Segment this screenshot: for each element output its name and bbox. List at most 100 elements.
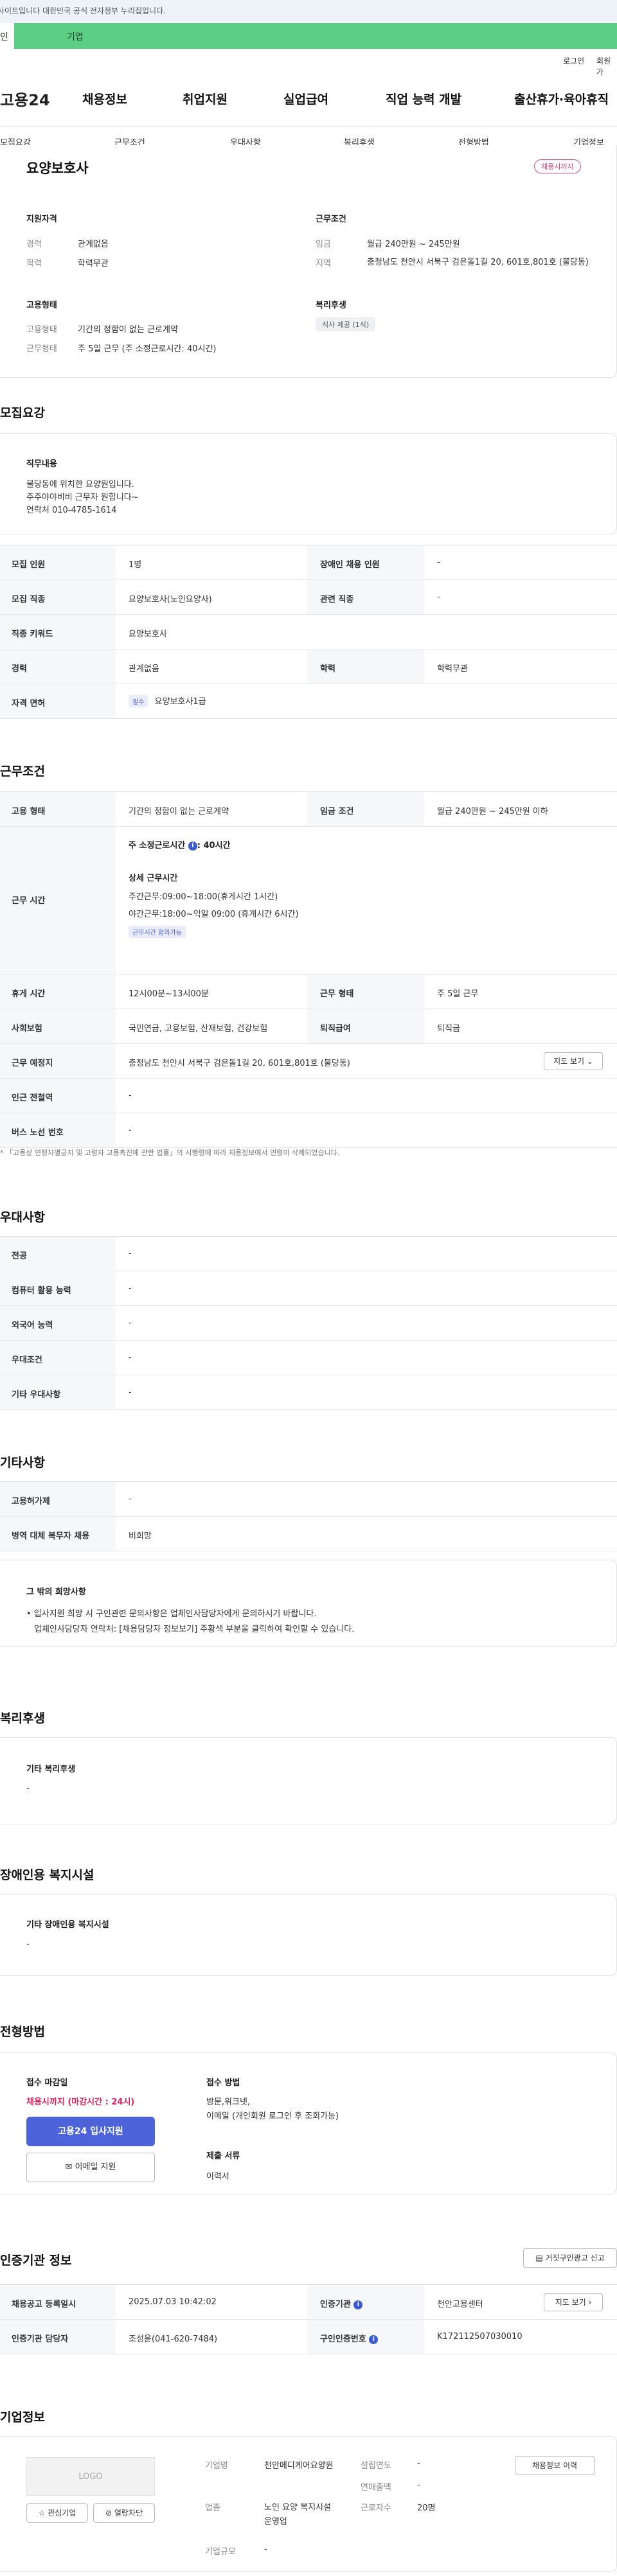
email-apply-button[interactable]: ✉ 이메일 지원	[26, 2153, 155, 2182]
cert-heading: 인증기관 정보	[0, 2254, 72, 2268]
document-icon: ▤	[535, 2254, 543, 2263]
info-icon[interactable]: i	[353, 2300, 363, 2309]
workcond-heading: 근무조건	[0, 764, 45, 779]
gov-banner: 사이트입니다 대한민국 공식 전자정부 누리집입니다.	[0, 0, 617, 23]
nav-item-training[interactable]: 직업 능력 개발	[386, 90, 461, 107]
info-icon[interactable]: i	[188, 841, 197, 851]
cond-title: 근무조건	[316, 215, 346, 224]
apply-button[interactable]: 고용24 입사지원	[26, 2117, 155, 2146]
disabled-heading: 장애인용 복지시설	[0, 1868, 94, 1882]
company-logo: LOGO	[26, 2457, 155, 2496]
worktype-label: 근무형태	[26, 344, 57, 354]
table-row: 기타 우대사항 -	[0, 1375, 617, 1410]
method-line: 방문,워크넷,	[206, 2097, 251, 2107]
deadline-title: 접수 마감일	[26, 2078, 68, 2088]
summary-card: 요양보호사 채용시까지 지원자격 경력 관계없음 학력 학력무관 근무조건 임금…	[0, 145, 617, 378]
table-row: 근무 예정지 충청남도 천안시 서북구 검은돌1길 20, 601호,801호 …	[0, 1044, 617, 1079]
nav-item-leave[interactable]: 출산휴가·육아휴직	[514, 90, 609, 107]
nav-item-unemployment[interactable]: 실업급여	[283, 90, 328, 107]
nav-item-jobs[interactable]: 채용정보	[82, 90, 127, 107]
emptype-value: 기간의 정함이 없는 근로계약	[78, 325, 178, 335]
sales-value: -	[417, 2480, 420, 2490]
row-key: 외국어 능력	[0, 1306, 116, 1340]
row-value: -	[129, 1125, 132, 1135]
detail-title: 상세 근무시간	[129, 874, 178, 883]
login-link[interactable]: 로그인	[563, 55, 584, 66]
row-key: 임금 조건	[307, 792, 424, 826]
welfare-card: 기타 복리후생 -	[0, 1737, 617, 1824]
site-logo[interactable]: 고용24	[0, 87, 50, 110]
tab-enterprise[interactable]: 기업	[67, 30, 84, 43]
favorite-label: 관심기업	[48, 2509, 76, 2518]
row-key: 자격 면허	[0, 684, 116, 718]
row-value: 천안고용센터	[437, 2300, 483, 2309]
recruit-heading: 모집요강	[0, 406, 45, 420]
table-row: 경력 관계없음 학력 학력무관	[0, 649, 617, 684]
table-row: 인증기관 담당자 조성윤(041-620-7484) 구인인증번호 i K172…	[0, 2320, 617, 2354]
row-value: 요양보호사(노인요양사)	[129, 595, 212, 604]
block-icon: ⊘	[105, 2509, 112, 2518]
disabled-box-value: -	[26, 1939, 30, 1949]
sales-key: 연매출액	[361, 2483, 391, 2492]
hope-line: • 입사지원 희망 시 구인관련 문의사항은 업체인사담당자에게 문의하시기 바…	[26, 1609, 317, 1619]
duty-line: 불당동에 위치한 요양원입니다.	[26, 480, 134, 490]
detail-line: 야간근무:18:00~익일 09:00 (휴게시간 6시간)	[129, 910, 299, 919]
history-button[interactable]: 채용정보 이력	[515, 2456, 595, 2475]
row-key: 근무 시간	[0, 827, 116, 974]
table-row: 우대조건 -	[0, 1341, 617, 1375]
flex-tag: 근무시간 협의가능	[129, 926, 186, 938]
row-key: 고용 형태	[0, 792, 116, 826]
welfare-box-value: -	[26, 1784, 30, 1794]
cert-table: 채용공고 등록일시 2025.07.03 10:42:02 인증기관 i 천안고…	[0, 2284, 617, 2354]
row-key: 근무 형태	[307, 975, 424, 1009]
table-row: 모집 인원 1명 장애인 채용 인원 -	[0, 545, 617, 580]
deadline-value: 채용시까지 (마감시간 : 24시)	[26, 2097, 135, 2107]
map-button[interactable]: 지도 보기 ⌄	[544, 1052, 603, 1070]
favorite-button[interactable]: ☆ 관심기업	[26, 2503, 88, 2523]
row-value: 주 5일 근무	[437, 989, 479, 999]
row-value: 주 소정근로시간 i: 40시간 상세 근무시간 주간근무:09:00~18:0…	[116, 827, 604, 974]
scale-value: -	[264, 2545, 267, 2554]
edu-value: 학력무관	[78, 259, 109, 269]
license-value: 요양보호사1급	[154, 697, 206, 707]
table-row: 자격 면허 필수 요양보호사1급	[0, 684, 617, 719]
row-key: 구인인증번호 i	[307, 2320, 424, 2354]
hope-card: 그 밖의 희망사항 • 입사지원 희망 시 구인관련 문의사항은 업체인사담당자…	[0, 1560, 617, 1647]
docs-title: 제출 서류	[206, 2151, 240, 2161]
org-map-button[interactable]: 지도 보기 ›	[544, 2293, 603, 2311]
edu-label: 학력	[26, 259, 42, 269]
join-link[interactable]: 회원가	[596, 55, 617, 77]
info-icon[interactable]: i	[369, 2334, 379, 2344]
process-heading: 전형방법	[0, 2025, 45, 2039]
disabled-box-title: 기타 장애인용 복지시설	[26, 1920, 109, 1930]
table-row: 병역 대체 복무자 채용 비희망	[0, 1517, 617, 1551]
recruit-table: 모집 인원 1명 장애인 채용 인원 - 모집 직종 요양보호사(노인요양사) …	[0, 545, 617, 719]
row-key: 관련 직종	[307, 580, 424, 614]
prefer-table: 전공 - 컴퓨터 활용 능력 - 외국어 능력 - 우대조건 - 기타 우대사항 -	[0, 1236, 617, 1410]
worktype-value: 주 5일 근무 (주 소정근로시간: 40시간)	[78, 344, 217, 354]
report-button[interactable]: ▤ 거짓구인광고 신고	[523, 2248, 617, 2268]
row-key: 직종 키워드	[0, 615, 116, 649]
process-card: 접수 마감일 채용시까지 (마감시간 : 24시) 고용24 입사지원 ✉ 이메…	[0, 2052, 617, 2194]
row-key: 버스 노선 번호	[0, 1113, 116, 1147]
employees-value: 20명	[417, 2503, 436, 2513]
row-value: -	[129, 1249, 132, 1258]
main-nav: 고용24 채용정보 취업지원 실업급여 직업 능력 개발 출산휴가·육아휴직	[0, 84, 617, 117]
org-key-label: 인증기관	[320, 2300, 351, 2309]
email-apply-label: 이메일 지원	[75, 2162, 116, 2172]
row-key: 우대조건	[0, 1341, 116, 1375]
row-value: -	[129, 1284, 132, 1293]
hope-line: 업체인사담당자 연락처: [채용담당자 정보보기] 주황색 부분을 클릭하여 확…	[34, 1625, 355, 1634]
company-name-value: 천안메디케어요양원	[264, 2461, 334, 2471]
row-key: 인증기관 i	[307, 2285, 424, 2319]
table-row: 전공 -	[0, 1237, 617, 1271]
row-value: -	[129, 1494, 132, 1504]
row-value: -	[437, 592, 440, 602]
gov-tabs: 인 기업	[0, 23, 617, 49]
nav-item-support[interactable]: 취업지원	[183, 90, 228, 107]
block-button[interactable]: ⊘ 열람차단	[93, 2503, 155, 2523]
age-notice: * 「고용상 연령차별금지 및 고령자 고용촉진에 관한 법률」의 시행령에 따…	[0, 1149, 340, 1157]
row-value: -	[437, 558, 440, 567]
table-row: 고용허가제 -	[0, 1482, 617, 1517]
tab-personal[interactable]: 인	[0, 23, 14, 49]
